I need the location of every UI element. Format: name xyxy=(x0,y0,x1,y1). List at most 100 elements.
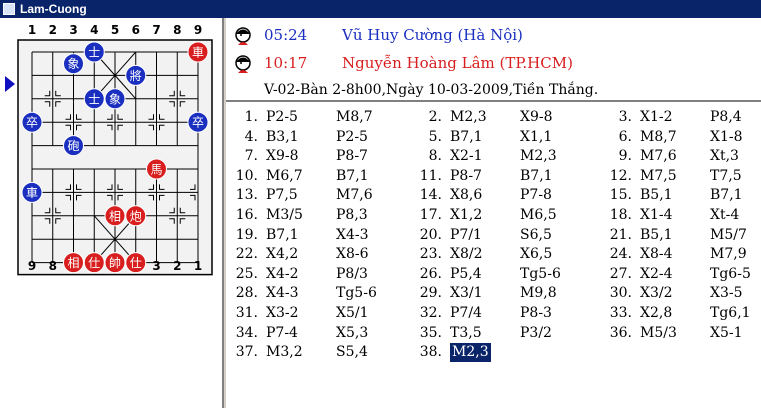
move-red[interactable]: X2-1 xyxy=(450,147,483,166)
blue-piece[interactable]: 象 xyxy=(63,53,84,75)
move-red[interactable]: X8-4 xyxy=(640,245,673,264)
red-piece[interactable]: 帥 xyxy=(104,252,126,274)
move-blue[interactable]: M6,5 xyxy=(520,206,557,225)
move-red[interactable]: X4-3 xyxy=(266,284,299,303)
move-blue[interactable]: X4-3 xyxy=(336,226,369,245)
move-red[interactable]: B5,1 xyxy=(640,186,673,205)
blue-piece[interactable]: 卒 xyxy=(187,111,209,133)
red-piece[interactable]: 相 xyxy=(63,252,84,274)
move-red[interactable]: M2,3 xyxy=(450,343,491,363)
move-red[interactable]: P8-7 xyxy=(450,167,482,186)
move-blue[interactable]: P8/3 xyxy=(336,265,368,284)
blue-piece[interactable]: 車 xyxy=(21,181,43,203)
move-blue[interactable]: B7,1 xyxy=(336,167,369,186)
move-red[interactable]: B7,1 xyxy=(450,128,483,147)
move-red[interactable]: X2-4 xyxy=(640,265,673,284)
move-blue[interactable]: M5/7 xyxy=(710,226,747,245)
move-red[interactable]: P7-4 xyxy=(266,324,298,343)
move-blue[interactable]: Xt,3 xyxy=(710,147,739,166)
move-blue[interactable]: Tg6-5 xyxy=(710,265,751,284)
move-blue[interactable]: S6,5 xyxy=(520,226,552,245)
move-red[interactable]: X3/1 xyxy=(450,284,483,303)
red-piece[interactable]: 車 xyxy=(187,41,209,63)
xiangqi-board[interactable]: 123456789987654321象士車將士象卒卒砲馬車相炮相仕帥仕 xyxy=(0,18,222,408)
player-name: Nguyễn Hoàng Lâm (TP.HCM) xyxy=(342,54,573,72)
move-red[interactable]: P7,5 xyxy=(266,186,298,205)
move-red[interactable]: T3,5 xyxy=(450,324,482,343)
move-red[interactable]: X1-4 xyxy=(640,206,673,225)
window-title: Lam-Cuong xyxy=(20,2,87,16)
move-red[interactable]: B7,1 xyxy=(266,226,299,245)
move-blue[interactable]: P8,3 xyxy=(336,206,368,225)
move-list[interactable]: 1. P2-5 M8,7 2. M2,3 X9-8 3. X1-2 P8,4 4. B3,1 P2-5… xyxy=(226,102,761,408)
move-red[interactable]: M2,3 xyxy=(450,108,487,127)
move-blue[interactable]: X8-6 xyxy=(336,245,369,264)
move-blue[interactable]: X5-1 xyxy=(710,324,743,343)
move-red[interactable]: B3,1 xyxy=(266,128,299,147)
move-blue[interactable]: P7-8 xyxy=(520,186,552,205)
red-piece[interactable]: 仕 xyxy=(83,252,105,274)
move-red[interactable]: X1-2 xyxy=(640,108,673,127)
move-red[interactable]: X4,2 xyxy=(266,245,298,264)
move-blue[interactable]: B7,1 xyxy=(520,167,553,186)
move-blue[interactable]: M7,9 xyxy=(710,245,747,264)
move-red[interactable]: P2-5 xyxy=(266,108,298,127)
move-red[interactable]: M7,5 xyxy=(640,167,677,186)
blue-piece[interactable]: 將 xyxy=(125,64,147,86)
move-red[interactable]: P7/4 xyxy=(450,304,482,323)
red-piece[interactable]: 相 xyxy=(104,205,126,227)
move-red[interactable]: X1,2 xyxy=(450,206,482,225)
move-blue[interactable]: X9-8 xyxy=(520,108,553,127)
move-blue[interactable]: Tg5-6 xyxy=(520,265,561,284)
move-red[interactable]: P7/1 xyxy=(450,226,482,245)
move-blue[interactable]: B7,1 xyxy=(710,186,743,205)
move-blue[interactable]: P8,4 xyxy=(710,108,742,127)
move-blue[interactable]: S5,4 xyxy=(336,343,368,362)
move-blue[interactable]: X6,5 xyxy=(520,245,552,264)
player-clock: 10:17 xyxy=(264,54,308,72)
move-blue[interactable]: Tg6,1 xyxy=(710,304,751,323)
move-red[interactable]: X8,6 xyxy=(450,186,482,205)
move-number: 17. xyxy=(419,207,442,223)
move-red[interactable]: M6,7 xyxy=(266,167,303,186)
move-red[interactable]: X3-2 xyxy=(266,304,299,323)
move-red[interactable]: X8/2 xyxy=(450,245,483,264)
move-blue[interactable]: X3-5 xyxy=(710,284,743,303)
move-red[interactable]: M7,6 xyxy=(640,147,677,166)
red-piece[interactable]: 仕 xyxy=(125,252,147,274)
move-blue[interactable]: P2-5 xyxy=(336,128,368,147)
blue-piece[interactable]: 象 xyxy=(104,88,126,110)
move-red[interactable]: M3,2 xyxy=(266,343,303,362)
move-red[interactable]: B5,1 xyxy=(640,226,673,245)
blue-piece[interactable]: 砲 xyxy=(63,135,84,157)
move-blue[interactable]: X5,3 xyxy=(336,324,368,343)
move-red[interactable]: X3/2 xyxy=(640,284,673,303)
move-blue[interactable]: M9,8 xyxy=(520,284,557,303)
move-red[interactable]: X4-2 xyxy=(266,265,299,284)
move-red[interactable]: M8,7 xyxy=(640,128,677,147)
piece-glyph: 將 xyxy=(130,68,142,83)
move-blue[interactable]: Xt-4 xyxy=(710,206,739,225)
move-blue[interactable]: X5/1 xyxy=(336,304,369,323)
red-piece[interactable]: 馬 xyxy=(146,158,167,180)
move-blue[interactable]: T7,5 xyxy=(710,167,742,186)
move-red[interactable]: M3/5 xyxy=(266,206,303,225)
blue-piece[interactable]: 卒 xyxy=(21,111,43,133)
move-blue[interactable]: P3/2 xyxy=(520,324,552,343)
move-blue[interactable]: X1-8 xyxy=(710,128,743,147)
blue-piece[interactable]: 士 xyxy=(83,88,105,110)
move-red[interactable]: X2,8 xyxy=(640,304,672,323)
red-piece[interactable]: 炮 xyxy=(125,205,147,227)
move-blue[interactable]: P8-3 xyxy=(520,304,552,323)
move-blue[interactable]: Tg5-6 xyxy=(336,284,377,303)
move-red[interactable]: M5/3 xyxy=(640,324,677,343)
move-blue[interactable]: P8-7 xyxy=(336,147,368,166)
move-blue[interactable]: M2,3 xyxy=(520,147,557,166)
move-red[interactable]: X9-8 xyxy=(266,147,299,166)
move-red[interactable]: P5,4 xyxy=(450,265,482,284)
file-number-top: 8 xyxy=(173,23,181,37)
move-blue[interactable]: X1,1 xyxy=(520,128,552,147)
move-blue[interactable]: M8,7 xyxy=(336,108,373,127)
blue-piece[interactable]: 士 xyxy=(83,41,105,63)
move-blue[interactable]: M7,6 xyxy=(336,186,373,205)
